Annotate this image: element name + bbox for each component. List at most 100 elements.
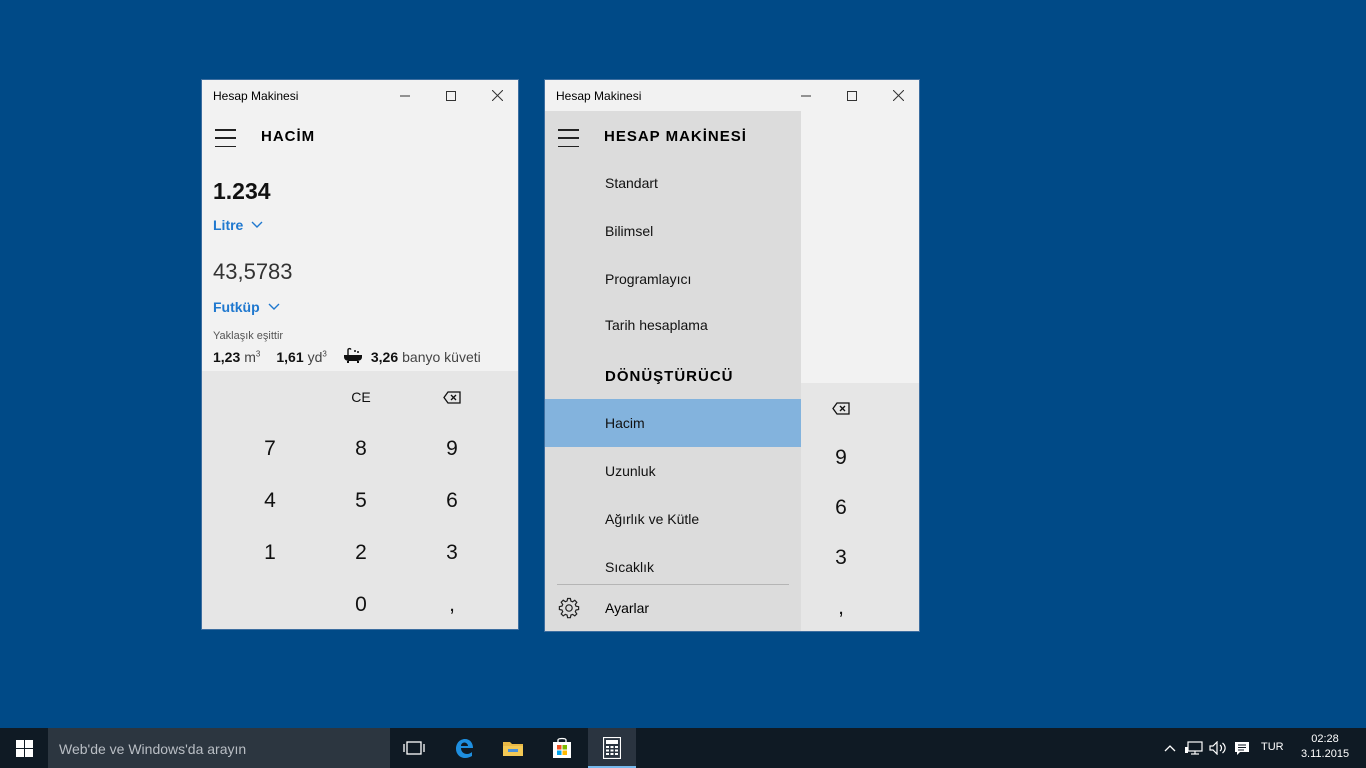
decimal-separator-button[interactable]: , [406, 579, 498, 629]
navigation-pane: HESAP MAKİNESİ Standart Bilimsel Program… [545, 111, 801, 631]
digit-3-button[interactable]: 3 [406, 527, 498, 579]
notification-icon [1235, 741, 1249, 755]
nav-item-agirlik-ve-kutle[interactable]: Ağırlık ve Kütle [545, 495, 801, 543]
taskbar-search-box[interactable]: Web'de ve Windows'da arayın [48, 728, 390, 768]
settings-label: Ayarlar [605, 600, 650, 616]
maximize-icon [847, 90, 857, 101]
keypad: CE 7 8 9 4 5 6 1 2 3 0 , [202, 371, 518, 629]
volume-button[interactable] [1208, 738, 1228, 758]
maximize-button[interactable] [829, 80, 875, 111]
digit-9-button[interactable]: 9 [406, 423, 498, 475]
start-button[interactable] [0, 728, 48, 768]
search-placeholder: Web'de ve Windows'da arayın [59, 741, 247, 757]
edge-icon [456, 739, 473, 758]
nav-item-hacim[interactable]: Hacim [545, 399, 801, 447]
digit-0-button[interactable]: 0 [315, 579, 407, 629]
store-icon [553, 737, 571, 758]
speaker-icon [1209, 741, 1226, 755]
calculator-taskbar-button[interactable] [588, 728, 636, 768]
digit-3-button[interactable]: 3 [801, 533, 881, 583]
approx-value: 1,23 [213, 348, 241, 365]
task-view-icon [403, 741, 425, 755]
hamburger-menu-icon[interactable] [558, 129, 582, 147]
backspace-icon [832, 401, 850, 415]
nav-item-bilimsel[interactable]: Bilimsel [545, 207, 801, 255]
calculator-icon [603, 737, 621, 759]
title-bar[interactable]: Hesap Makinesi [545, 80, 919, 111]
maximize-button[interactable] [428, 80, 474, 111]
digit-9-button[interactable]: 9 [801, 433, 881, 483]
calculator-window-menu-open: Hesap Makinesi 9 6 3 , HESAP MAKİNESİ St… [544, 79, 920, 632]
nav-item-tarih-hesaplama[interactable]: Tarih hesaplama [545, 301, 801, 349]
approx-unit: yd3 [307, 348, 327, 365]
windows-logo-icon [15, 739, 33, 757]
output-unit-dropdown[interactable]: Futküp [213, 299, 280, 315]
nav-item-uzunluk[interactable]: Uzunluk [545, 447, 801, 495]
input-value[interactable]: 1.234 [213, 178, 271, 205]
approx-unit: banyo küveti [402, 348, 481, 365]
output-value[interactable]: 43,5783 [213, 259, 293, 285]
minimize-button[interactable] [382, 80, 428, 111]
digit-1-button[interactable]: 1 [224, 527, 316, 579]
digit-2-button[interactable]: 2 [315, 527, 407, 579]
approx-value: 3,26 [370, 348, 399, 365]
output-unit-label: Futküp [213, 299, 260, 315]
file-explorer-button[interactable] [489, 728, 537, 768]
bathtub-icon [343, 347, 363, 366]
hamburger-menu-icon[interactable] [215, 129, 239, 147]
settings-button[interactable]: Ayarlar [545, 586, 801, 631]
taskbar: Web'de ve Windows'da arayın TUR 02:28 3.… [0, 728, 1366, 768]
mode-title: HACİM [261, 128, 316, 145]
approx-unit: m3 [244, 348, 261, 365]
network-icon [1185, 741, 1203, 755]
maximize-icon [446, 90, 456, 101]
chevron-down-icon [251, 221, 263, 228]
close-button[interactable] [474, 80, 518, 111]
minimize-icon [801, 95, 811, 96]
digit-4-button[interactable]: 4 [224, 475, 316, 527]
approx-label: Yaklaşık eşittir [213, 330, 284, 342]
digit-6-button[interactable]: 6 [801, 483, 881, 533]
chevron-down-icon [268, 303, 280, 310]
close-icon [892, 90, 904, 101]
close-button[interactable] [875, 80, 919, 111]
input-language-indicator[interactable]: TUR [1261, 741, 1284, 753]
gear-icon [558, 597, 580, 624]
clock-date: 3.11.2015 [1300, 748, 1350, 760]
edge-button[interactable] [440, 728, 488, 768]
nav-header-converter: DÖNÜŞTÜRÜCÜ [605, 368, 734, 385]
title-bar[interactable]: Hesap Makinesi [202, 80, 518, 111]
task-view-button[interactable] [390, 728, 438, 768]
approx-values: 1,23 m3 1,61 yd3 3,26 banyo küveti [213, 347, 481, 366]
window-title: Hesap Makinesi [213, 89, 299, 103]
ce-button[interactable]: CE [315, 371, 407, 423]
digit-5-button[interactable]: 5 [315, 475, 407, 527]
calculator-window-converter: Hesap Makinesi HACİM 1.234 Litre 43,5783… [201, 79, 519, 630]
clock[interactable]: 02:28 3.11.2015 [1295, 732, 1355, 762]
background-calculator: 9 6 3 , [801, 111, 919, 631]
action-center-button[interactable] [1232, 738, 1252, 758]
digit-7-button[interactable]: 7 [224, 423, 316, 475]
input-unit-label: Litre [213, 217, 244, 233]
folder-icon [503, 742, 523, 756]
minimize-button[interactable] [783, 80, 829, 111]
window-title: Hesap Makinesi [556, 89, 642, 103]
digit-8-button[interactable]: 8 [315, 423, 407, 475]
approx-value: 1,61 [276, 348, 304, 365]
close-icon [491, 90, 503, 101]
keypad-partial: 9 6 3 , [801, 383, 919, 631]
show-hidden-icons-button[interactable] [1160, 738, 1180, 758]
nav-item-standart[interactable]: Standart [545, 159, 801, 207]
decimal-separator-button[interactable]: , [801, 583, 881, 631]
backspace-button[interactable] [406, 371, 498, 423]
digit-6-button[interactable]: 6 [406, 475, 498, 527]
divider [557, 584, 789, 585]
minimize-icon [400, 95, 410, 96]
backspace-button[interactable] [801, 383, 881, 433]
input-unit-dropdown[interactable]: Litre [213, 217, 263, 233]
store-button[interactable] [538, 728, 586, 768]
backspace-icon [443, 390, 461, 404]
network-button[interactable] [1184, 738, 1204, 758]
clock-time: 02:28 [1311, 733, 1339, 745]
nav-item-programlayici[interactable]: Programlayıcı [545, 255, 801, 303]
